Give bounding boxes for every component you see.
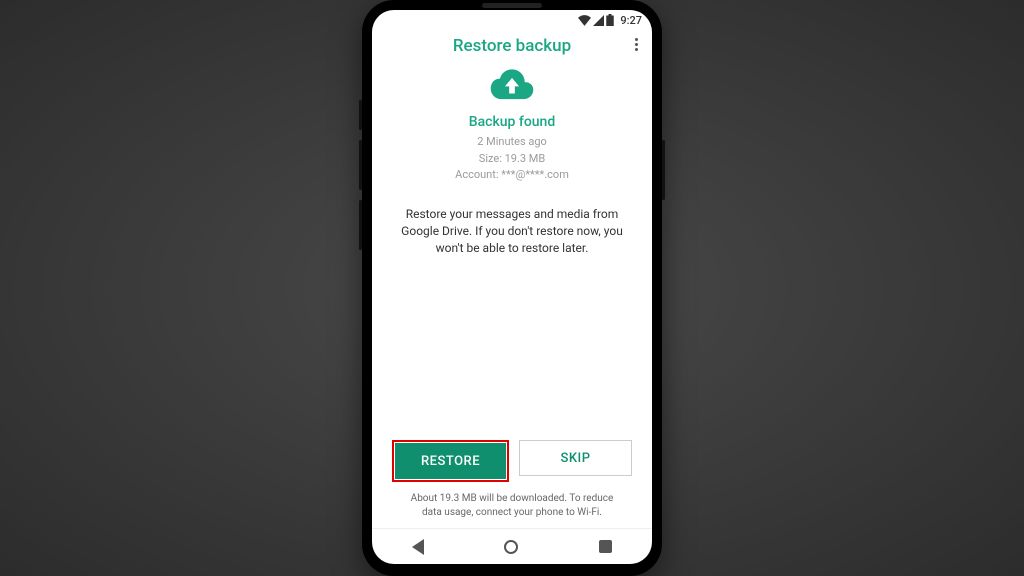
volume-up-button	[359, 140, 362, 190]
home-icon	[504, 540, 518, 554]
page-title: Restore backup	[453, 36, 571, 56]
status-bar: 9:27	[372, 10, 652, 30]
battery-icon	[606, 14, 614, 26]
backup-meta: 2 Minutes ago Size: 19.3 MB Account: ***…	[455, 134, 569, 184]
backup-size: Size: 19.3 MB	[455, 151, 569, 168]
navigation-bar	[372, 528, 652, 564]
phone-speaker	[482, 3, 542, 8]
signal-icon	[593, 15, 604, 26]
header: Restore backup	[372, 30, 652, 66]
backup-time: 2 Minutes ago	[455, 134, 569, 151]
power-button	[662, 140, 665, 200]
phone-frame: 9:27 Restore backup Backup found 2 Minut…	[362, 0, 662, 576]
restore-button[interactable]: RESTORE	[395, 443, 506, 479]
footer-note: About 19.3 MB will be downloaded. To red…	[390, 492, 634, 520]
skip-button[interactable]: SKIP	[519, 440, 632, 476]
back-button[interactable]	[412, 539, 424, 555]
status-time: 9:27	[620, 14, 642, 27]
screen: 9:27 Restore backup Backup found 2 Minut…	[372, 10, 652, 564]
home-button[interactable]	[504, 540, 518, 554]
overflow-menu-button[interactable]	[635, 38, 638, 51]
button-row: RESTORE SKIP	[390, 440, 634, 482]
recent-apps-icon	[599, 540, 612, 553]
restore-message: Restore your messages and media from Goo…	[390, 206, 634, 258]
volume-down-button	[359, 200, 362, 250]
cloud-upload-icon	[489, 68, 535, 106]
wifi-icon	[578, 15, 591, 26]
backup-account: Account: ***@****.com	[455, 167, 569, 184]
content: Backup found 2 Minutes ago Size: 19.3 MB…	[372, 66, 652, 528]
back-icon	[412, 539, 424, 555]
restore-highlight: RESTORE	[392, 440, 509, 482]
side-button	[359, 100, 362, 130]
recent-apps-button[interactable]	[599, 540, 612, 553]
backup-found-label: Backup found	[469, 114, 555, 130]
